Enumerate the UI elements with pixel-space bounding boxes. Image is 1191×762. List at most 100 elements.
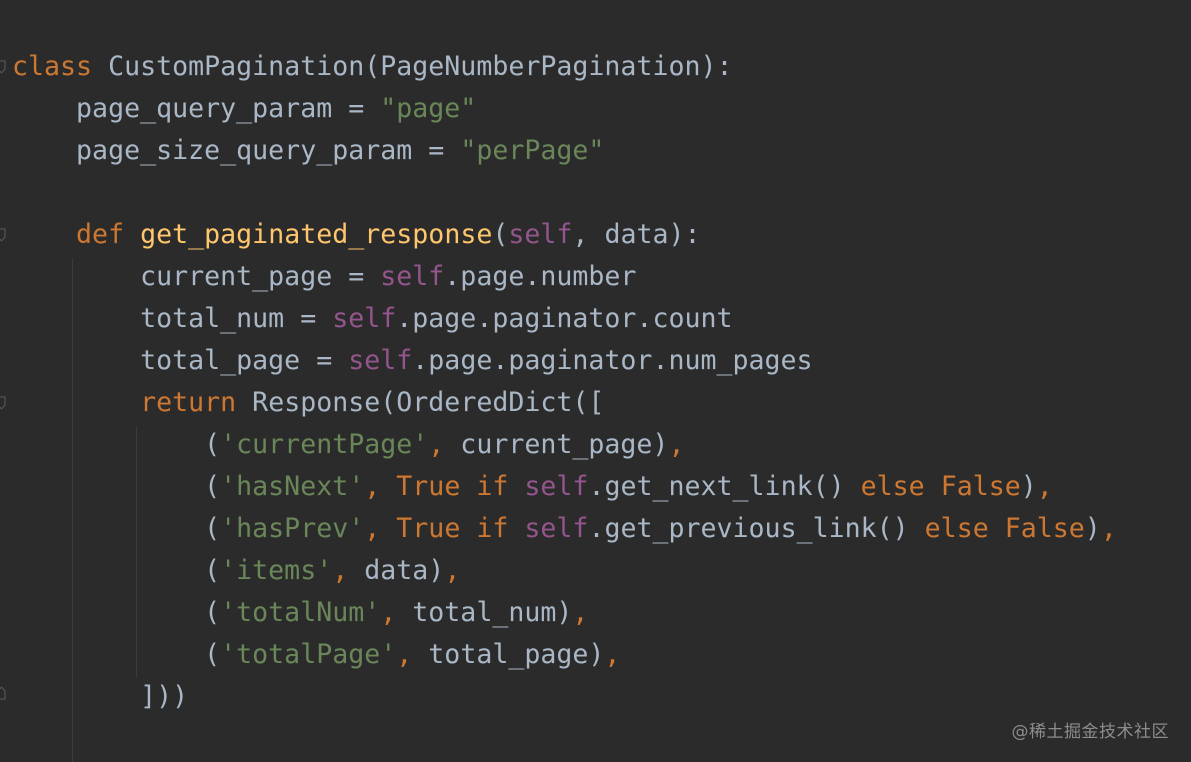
code-line[interactable]: total_page = self.page.paginator.num_pag…	[12, 340, 1117, 382]
code-line[interactable]: total_num = self.page.paginator.count	[12, 298, 1117, 340]
code-line[interactable]: page_size_query_param = "perPage"	[12, 130, 1117, 172]
code-token-kw: if	[476, 513, 509, 544]
code-token-plain: data)	[348, 555, 445, 586]
code-token-plain: (	[12, 429, 221, 460]
code-token-str: 'totalNum'	[220, 597, 381, 628]
code-token-kw: ,	[668, 429, 685, 460]
code-token-kw: ,	[444, 555, 461, 586]
code-token-kw: ,	[332, 555, 349, 586]
code-editor[interactable]: class CustomPagination(PageNumberPaginat…	[0, 0, 1191, 762]
code-token-kw: ,	[428, 429, 445, 460]
code-token-plain: total_num =	[12, 303, 333, 334]
code-token-kw: return	[140, 387, 237, 418]
code-token-self: self	[332, 303, 397, 334]
code-token-plain: .page.number	[444, 261, 637, 292]
code-token-kw: def	[76, 219, 125, 250]
code-token-str: "page"	[380, 93, 477, 124]
code-token-kw: ,	[364, 513, 381, 544]
code-line[interactable]: page_query_param = "page"	[12, 88, 1117, 130]
code-token-self: self	[524, 471, 589, 502]
code-token-str: 'items'	[220, 555, 333, 586]
code-token-str: 'currentPage'	[220, 429, 429, 460]
code-line[interactable]: ('items', data),	[12, 550, 1117, 592]
code-token-kw: ,	[604, 639, 621, 670]
code-token-kw: False	[940, 471, 1021, 502]
code-token-plain: ]))	[12, 681, 189, 712]
code-token-str: 'hasPrev'	[220, 513, 365, 544]
code-token-plain: , data):	[572, 219, 701, 250]
code-token-kw: ,	[364, 471, 381, 502]
fold-end-icon[interactable]	[0, 686, 6, 700]
code-token-plain: (	[492, 219, 509, 250]
code-line[interactable]: class CustomPagination(PageNumberPaginat…	[12, 46, 1117, 88]
code-line[interactable]: ('totalNum', total_num),	[12, 592, 1117, 634]
code-token-plain: page_query_param =	[12, 93, 381, 124]
code-token-plain: current_page)	[444, 429, 669, 460]
code-line[interactable]: def get_paginated_response(self, data):	[12, 214, 1117, 256]
code-token-plain: .get_previous_link()	[588, 513, 925, 544]
code-token-plain: total_page =	[12, 345, 349, 376]
code-line[interactable]	[12, 172, 1117, 214]
code-token-plain: page_size_query_param =	[12, 135, 461, 166]
editor-gutter	[0, 0, 10, 762]
code-area[interactable]: class CustomPagination(PageNumberPaginat…	[12, 46, 1117, 718]
code-token-plain: current_page =	[12, 261, 381, 292]
code-line[interactable]: ]))	[12, 676, 1117, 718]
fold-icon[interactable]	[0, 60, 6, 74]
code-token-kw: ,	[1100, 513, 1117, 544]
code-token-self: self	[508, 219, 573, 250]
fold-icon[interactable]	[0, 228, 6, 242]
code-token-plain: total_num)	[396, 597, 573, 628]
code-token-str: 'totalPage'	[220, 639, 397, 670]
code-token-plain: .page.paginator.num_pages	[412, 345, 813, 376]
code-token-plain: (	[12, 639, 221, 670]
code-token-plain: Response(OrderedDict([	[236, 387, 605, 418]
code-token-kw: if	[476, 471, 509, 502]
code-token-str: 'hasNext'	[220, 471, 365, 502]
code-token-kw: False	[1004, 513, 1085, 544]
code-line[interactable]: ('currentPage', current_page),	[12, 424, 1117, 466]
code-token-self: self	[348, 345, 413, 376]
code-token-plain: (	[12, 513, 221, 544]
code-token-kw: ,	[572, 597, 589, 628]
code-token-kw: else	[860, 471, 925, 502]
code-token-kw: True	[396, 513, 461, 544]
code-line[interactable]: current_page = self.page.number	[12, 256, 1117, 298]
code-token-plain: .get_next_link()	[588, 471, 861, 502]
code-token-plain: CustomPagination(PageNumberPagination):	[92, 51, 733, 82]
code-token-kw: class	[12, 51, 93, 82]
code-token-self: self	[380, 261, 445, 292]
code-token-plain: (	[12, 597, 221, 628]
code-token-plain: )	[1020, 471, 1037, 502]
code-token-kw: ,	[380, 597, 397, 628]
code-token-fn: get_paginated_response	[140, 219, 493, 250]
code-token-kw: else	[924, 513, 989, 544]
code-token-plain: (	[12, 555, 221, 586]
fold-icon[interactable]	[0, 396, 6, 410]
code-token-kw: True	[396, 471, 461, 502]
code-token-str: "perPage"	[460, 135, 605, 166]
code-token-plain: )	[1084, 513, 1101, 544]
code-token-kw: ,	[1036, 471, 1053, 502]
code-line[interactable]: ('hasNext', True if self.get_next_link()…	[12, 466, 1117, 508]
code-token-plain: .page.paginator.count	[396, 303, 733, 334]
code-line[interactable]: ('hasPrev', True if self.get_previous_li…	[12, 508, 1117, 550]
code-token-kw: ,	[396, 639, 413, 670]
code-token-self: self	[524, 513, 589, 544]
code-line[interactable]: ('totalPage', total_page),	[12, 634, 1117, 676]
code-line[interactable]: return Response(OrderedDict([	[12, 382, 1117, 424]
watermark: @稀土掘金技术社区	[1011, 722, 1169, 742]
code-token-plain: total_page)	[412, 639, 605, 670]
code-token-plain: (	[12, 471, 221, 502]
